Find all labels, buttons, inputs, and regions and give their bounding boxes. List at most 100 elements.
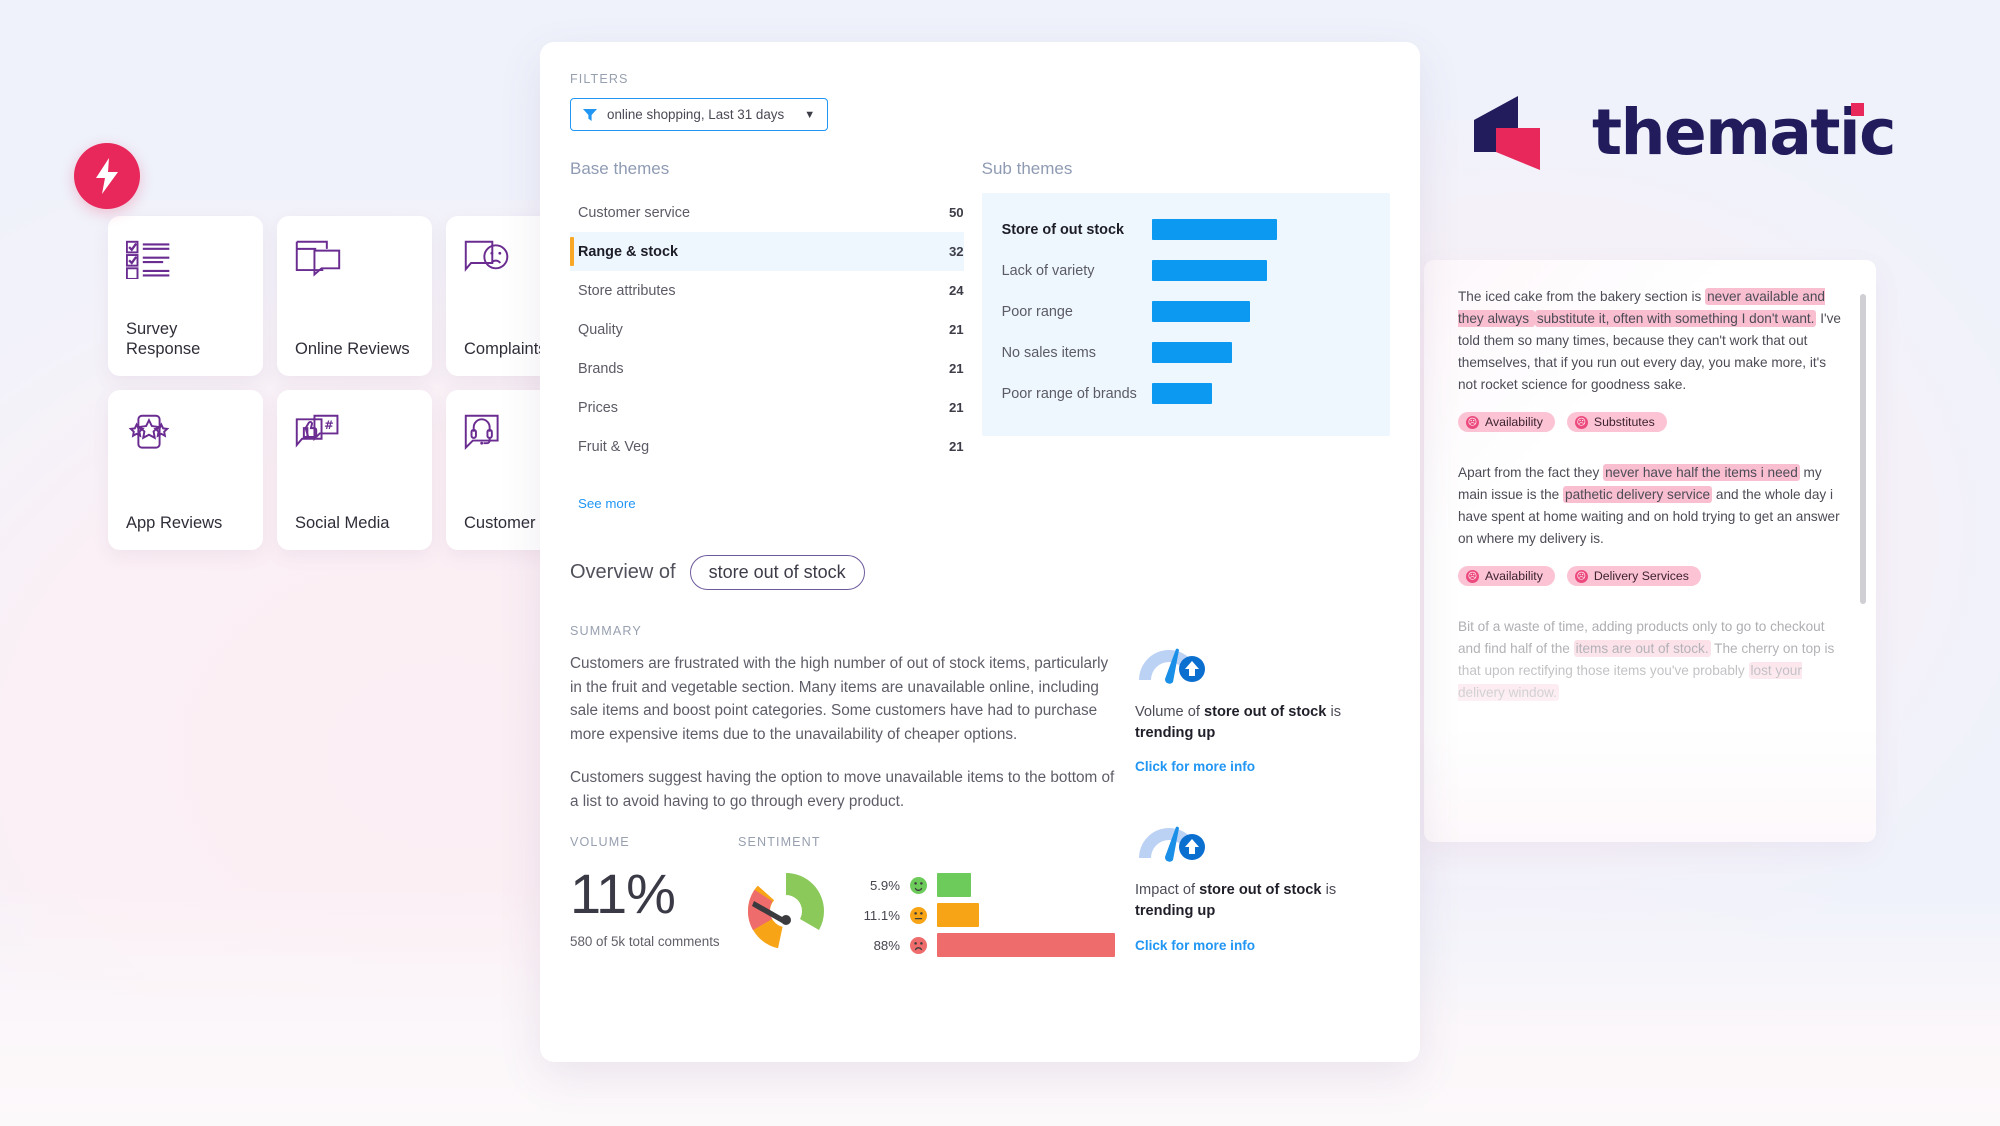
comment-text: Apart from the fact they never have half… (1458, 462, 1842, 550)
comment-tag[interactable]: ☹ Availability (1458, 412, 1555, 433)
source-card-app-reviews[interactable]: App Reviews (108, 390, 263, 550)
hashtag-thumb-icon: # (295, 414, 341, 458)
base-theme-row[interactable]: Fruit & Veg 21 (570, 427, 964, 466)
base-theme-row[interactable]: Quality 21 (570, 310, 964, 349)
sub-theme-bar (1151, 301, 1250, 322)
source-card-label: Survey Response (126, 319, 201, 359)
trend-more-info-link[interactable]: Click for more info (1135, 759, 1390, 774)
sentiment-row: 11.1% (848, 903, 1115, 928)
sentiment-percent: 5.9% (869, 877, 900, 893)
sub-theme-row[interactable]: Poor range (1002, 291, 1370, 332)
comment-tag[interactable]: ☹ Substitutes (1566, 412, 1667, 433)
sentiment-gauge-icon (747, 873, 825, 949)
base-theme-label: Quality (578, 321, 623, 338)
sentiment-percent: 11.1% (863, 907, 900, 923)
base-theme-bar-track (716, 437, 924, 456)
base-themes-column: Base themes Customer service 50 Range & s… (570, 159, 964, 511)
gauge-trending-up-icon (1135, 814, 1209, 863)
sub-theme-label: Poor range (1001, 303, 1073, 320)
base-theme-bar-track (716, 320, 924, 339)
headset-chat-icon (464, 414, 510, 458)
source-card-label: Social Media (295, 514, 390, 533)
base-theme-label: Customer service (578, 204, 690, 221)
summary-text: Customers are frustrated with the high n… (570, 652, 1115, 813)
thematic-mark-icon (1474, 96, 1540, 170)
filter-funnel-icon (583, 108, 597, 121)
comment-tag-label: Substitutes (1593, 415, 1655, 430)
base-theme-bar-track (716, 281, 924, 300)
comment-plain: Apart from the fact they (1458, 465, 1604, 481)
overview-heading: Overview of store out of stock (570, 555, 1390, 590)
overview-body: SUMMARY Customers are frustrated with th… (570, 624, 1390, 993)
comment-highlight: never have half the items i need (1603, 464, 1800, 482)
comments-panel: The iced cake from the bakery section is… (1424, 260, 1876, 842)
comment-tag[interactable]: ☹ Delivery Services (1566, 566, 1701, 587)
base-theme-value: 21 (948, 322, 964, 337)
base-theme-row[interactable]: Range & stock 32 (570, 232, 964, 271)
trend-more-info-link[interactable]: Click for more info (1135, 938, 1390, 953)
comment-card: The iced cake from the bakery section is… (1458, 286, 1842, 433)
comment-tag[interactable]: ☹ Availability (1458, 566, 1555, 587)
sentiment-body: 5.9% 11.1% 88% (738, 863, 1115, 963)
sentiment-rows: 5.9% 11.1% 88% (848, 873, 1115, 963)
sentiment-row: 5.9% (848, 873, 1115, 898)
base-themes-list: Customer service 50 Range & stock 32 Store… (570, 193, 964, 466)
base-theme-row[interactable]: Customer service 50 (570, 193, 964, 232)
sad-face-icon: ☹ (1574, 415, 1588, 429)
base-theme-value: 21 (948, 439, 964, 454)
svg-text:#: # (324, 418, 334, 432)
data-source-card-grid: Survey Response Online Reviews Complaint… (108, 216, 601, 724)
sub-theme-row[interactable]: Poor range of brands (1002, 373, 1370, 414)
base-theme-label: Fruit & Veg (578, 438, 650, 455)
comment-text: Bit of a waste of time, adding products … (1458, 616, 1842, 704)
sentiment-label: SENTIMENT (738, 835, 821, 850)
base-theme-row[interactable]: Prices 21 (570, 388, 964, 427)
summary-column: SUMMARY Customers are frustrated with th… (570, 624, 1115, 993)
trend-caption: Volume of store out of stock is trending… (1135, 704, 1341, 741)
star-rating-icon (126, 414, 172, 458)
base-theme-value: 32 (948, 244, 964, 259)
comments-scrollbar[interactable] (1860, 294, 1866, 604)
comment-text: The iced cake from the bakery section is… (1458, 286, 1842, 396)
base-theme-label: Brands (578, 360, 624, 377)
base-theme-value: 50 (948, 205, 964, 220)
sub-theme-bar (1151, 260, 1267, 281)
overview-theme-pill[interactable]: store out of stock (689, 555, 865, 590)
sub-theme-label: Lack of variety (1001, 262, 1095, 279)
source-card-online-reviews[interactable]: Online Reviews (277, 216, 432, 376)
base-theme-value: 21 (948, 361, 964, 376)
sentiment-bar (937, 933, 1115, 958)
comment-highlight: pathetic delivery service (1563, 486, 1713, 504)
base-theme-row[interactable]: Store attributes 24 (570, 271, 964, 310)
themes-section: Base themes Customer service 50 Range & s… (570, 159, 1390, 511)
volume-percent: 11% (570, 862, 676, 926)
happy-face-icon (910, 876, 927, 894)
source-card-social-media[interactable]: # Social Media (277, 390, 432, 550)
comment-tag-label: Delivery Services (1593, 569, 1689, 584)
sub-theme-label: Poor range of brands (1001, 385, 1137, 402)
source-card-label: App Reviews (126, 514, 223, 533)
sub-theme-row[interactable]: Lack of variety (1002, 250, 1370, 291)
review-window-icon (295, 240, 341, 284)
sad-chat-icon (464, 240, 510, 284)
sentiment-row: 88% (848, 933, 1115, 958)
sentiment-bar (937, 903, 979, 928)
logo-wordmark: thematic (1592, 95, 1896, 169)
sentiment-percent: 88% (873, 937, 900, 953)
source-card-survey-response[interactable]: Survey Response (108, 216, 263, 376)
filter-select[interactable]: online shopping, Last 31 days ▼ (570, 98, 829, 131)
sub-theme-row[interactable]: Store of out stock (1002, 209, 1370, 250)
summary-paragraph-2: Customers suggest having the option to m… (570, 769, 1115, 810)
see-more-link[interactable]: See more (570, 496, 964, 511)
volume-subtext: 580 of 5k total comments (570, 934, 720, 950)
sub-theme-row[interactable]: No sales items (1002, 332, 1370, 373)
comment-tag-label: Availability (1485, 569, 1543, 584)
comment-card: Apart from the fact they never have half… (1458, 462, 1842, 587)
summary-paragraph-1: Customers are frustrated with the high n… (570, 655, 1109, 743)
lightning-bolt-badge (74, 143, 140, 209)
sub-theme-bar (1151, 342, 1232, 363)
filters-section-label: FILTERS (570, 72, 629, 86)
comments-list: The iced cake from the bakery section is… (1458, 286, 1842, 704)
base-theme-row[interactable]: Brands 21 (570, 349, 964, 388)
active-theme-marker (570, 237, 574, 266)
